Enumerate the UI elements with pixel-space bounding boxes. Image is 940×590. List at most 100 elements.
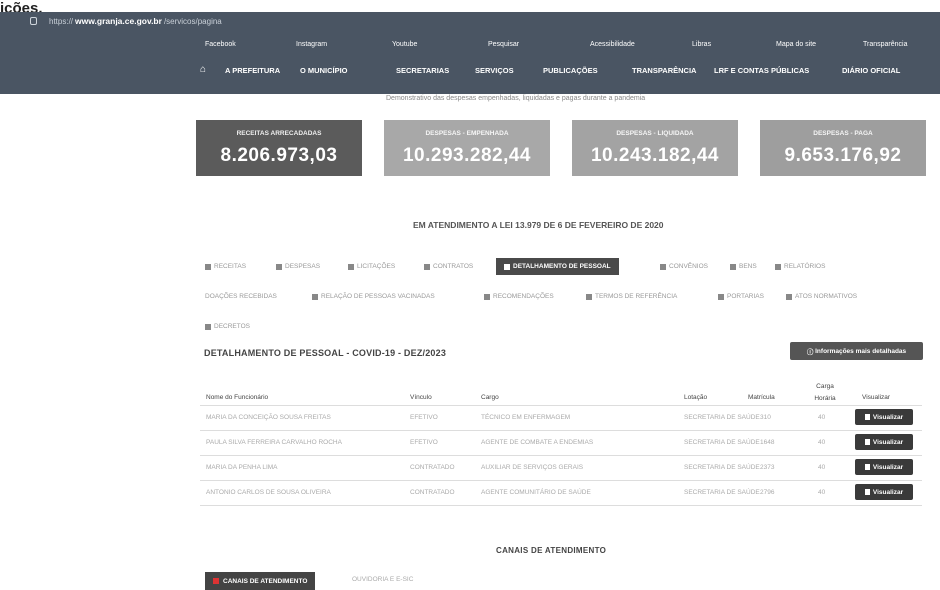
url-prefix: https:// xyxy=(49,16,74,26)
tab-label: RECOMENDAÇÕES xyxy=(493,293,554,300)
view-button[interactable]: Visualizar xyxy=(855,434,913,450)
more-info-button[interactable]: ⓘ Informações mais detalhadas xyxy=(790,342,923,360)
tab-ouvidoria[interactable]: OUVIDORIA E E-SIC xyxy=(352,576,413,583)
tab-termos[interactable]: TERMOS DE REFERÊNCIA xyxy=(586,293,677,300)
tab-atos[interactable]: ATOS NORMATIVOS xyxy=(786,293,857,300)
cell-cargo: AUXILIAR DE SERVIÇOS GERAIS xyxy=(481,464,584,471)
tab-bens[interactable]: BENS xyxy=(730,263,757,270)
th-carga: Carga Horária xyxy=(814,383,836,402)
cell-nome: MARIA DA CONCEIÇÃO SOUSA FREITAS xyxy=(206,414,331,421)
nav-diario-oficial[interactable]: DIÁRIO OFICIAL xyxy=(842,66,900,75)
nav-lrf[interactable]: LRF E CONTAS PÚBLICAS xyxy=(714,66,809,75)
tab-relatorios[interactable]: RELATÓRIOS xyxy=(775,263,825,270)
cell-vinculo: CONTRATADO xyxy=(410,464,455,471)
file-icon xyxy=(864,439,870,445)
tab-despesas[interactable]: DESPESAS xyxy=(276,263,320,270)
tab-label: RELAÇÃO DE PESSOAS VACINADAS xyxy=(321,293,435,300)
cell-vinculo: CONTRATADO xyxy=(410,489,455,496)
card-paga: DESPESAS - PAGA 9.653.176,92 xyxy=(760,120,926,176)
sitemap-link[interactable]: Mapa do site xyxy=(776,41,816,48)
tab-label: BENS xyxy=(739,263,757,270)
youtube-link[interactable]: Youtube xyxy=(392,41,417,48)
home-icon[interactable]: ⌂ xyxy=(200,64,206,75)
nav-transparencia[interactable]: TRANSPARÊNCIA xyxy=(632,66,696,75)
tab-portarias[interactable]: PORTARIAS xyxy=(718,293,764,300)
info-icon: ⓘ xyxy=(806,349,816,356)
relatorios-icon xyxy=(775,263,781,270)
instagram-link[interactable]: Instagram xyxy=(296,41,327,48)
cell-carga: 40 xyxy=(818,414,826,421)
tab-canais-atendimento[interactable]: CANAIS DE ATENDIMENTO xyxy=(205,572,316,590)
url-path: /servicos/pagina xyxy=(163,16,222,26)
document-icon xyxy=(718,293,724,300)
tab-licitacoes[interactable]: LICITAÇÕES xyxy=(348,263,395,270)
divider xyxy=(200,430,922,431)
tab-label: LICITAÇÕES xyxy=(357,263,396,270)
cell-matricula: 310 xyxy=(760,414,771,421)
document-icon xyxy=(586,293,592,300)
view-button[interactable]: Visualizar xyxy=(855,459,913,475)
view-label: Visualizar xyxy=(872,488,904,496)
view-label: Visualizar xyxy=(872,413,904,421)
id-card-icon xyxy=(504,263,510,270)
cell-matricula: 2796 xyxy=(760,489,775,496)
receitas-icon xyxy=(205,263,211,270)
card-title: DESPESAS - EMPENHADA xyxy=(425,130,509,137)
tab-label: DOAÇÕES RECEBIDAS xyxy=(205,293,277,300)
tab-receitas[interactable]: RECEITAS xyxy=(205,263,246,270)
site-header: https:// www.granja.ce.gov.br /servicos/… xyxy=(0,12,940,94)
card-value: 10.293.282,44 xyxy=(402,145,531,166)
th-nome: Nome do Funcionário xyxy=(206,394,269,401)
tab-label: DETALHAMENTO DE PESSOAL xyxy=(513,263,611,270)
address-bar[interactable]: https:// www.granja.ce.gov.br /servicos/… xyxy=(30,12,222,30)
th-matricula: Matrícula xyxy=(748,394,775,401)
cell-cargo: TÉCNICO EM ENFERMAGEM xyxy=(481,414,571,421)
cell-lotacao: SECRETARIA DE SAÚDE xyxy=(684,489,760,496)
divider xyxy=(200,455,922,456)
file-icon xyxy=(864,414,870,420)
tab-label: TERMOS DE REFERÊNCIA xyxy=(595,293,678,300)
tab-label: RELATÓRIOS xyxy=(784,263,826,270)
search-link[interactable]: Pesquisar xyxy=(488,41,519,48)
facebook-link[interactable]: Facebook xyxy=(205,41,236,48)
cell-nome: MARIA DA PENHA LIMA xyxy=(206,464,278,471)
cell-carga: 40 xyxy=(818,439,826,446)
nav-prefeitura[interactable]: A PREFEITURA xyxy=(225,66,280,75)
nav-publicacoes[interactable]: PUBLICAÇÕES xyxy=(543,66,598,75)
tab-label: DECRETOS xyxy=(214,323,250,330)
nav-municipio[interactable]: O MUNICÍPIO xyxy=(300,66,348,75)
tab-vacinados[interactable]: RELAÇÃO DE PESSOAS VACINADAS xyxy=(312,293,435,300)
convenios-icon xyxy=(660,263,666,270)
tab-doacoes[interactable]: DOAÇÕES RECEBIDAS xyxy=(205,293,277,300)
cell-matricula: 1648 xyxy=(760,439,775,446)
view-button[interactable]: Visualizar xyxy=(855,484,913,500)
libras-link[interactable]: Libras xyxy=(692,41,711,48)
nav-servicos[interactable]: SERVIÇOS xyxy=(475,66,514,75)
lock-icon xyxy=(30,17,37,25)
accessibility-bar: Facebook Instagram Youtube Pesquisar Ace… xyxy=(0,38,940,54)
cell-cargo: AGENTE COMUNITÁRIO DE SAÚDE xyxy=(481,489,591,496)
card-liquidada: DESPESAS - LIQUIDADA 10.243.182,44 xyxy=(572,120,738,176)
transparency-link[interactable]: Transparência xyxy=(863,41,908,48)
cell-nome: ANTONIO CARLOS DE SOUSA OLIVEIRA xyxy=(206,489,331,496)
accessibility-link[interactable]: Acessibilidade xyxy=(590,41,635,48)
cell-lotacao: SECRETARIA DE SAÚDE xyxy=(684,464,760,471)
law-heading: EM ATENDIMENTO A LEI 13.979 DE 6 DE FEVE… xyxy=(413,220,664,230)
cell-carga: 40 xyxy=(818,464,826,471)
view-button[interactable]: Visualizar xyxy=(855,409,913,425)
tab-contratos[interactable]: CONTRATOS xyxy=(424,263,473,270)
tab-label: CANAIS DE ATENDIMENTO xyxy=(223,577,308,585)
notice-text: Demonstrativo das despesas empenhadas, l… xyxy=(386,95,646,102)
cell-lotacao: SECRETARIA DE SAÚDE xyxy=(684,414,760,421)
tab-convenios[interactable]: CONVÊNIOS xyxy=(660,263,708,270)
tab-label: CONTRATOS xyxy=(433,263,474,270)
th-cargo: Cargo xyxy=(481,394,499,401)
headset-icon xyxy=(213,578,219,584)
nav-secretarias[interactable]: SECRETARIAS xyxy=(396,66,449,75)
tab-detalhamento-pessoal[interactable]: DETALHAMENTO DE PESSOAL xyxy=(496,258,619,275)
tab-decretos[interactable]: DECRETOS xyxy=(205,323,250,330)
th-vinculo: Vínculo xyxy=(410,394,432,401)
bens-icon xyxy=(730,263,736,270)
tab-recomendacoes[interactable]: RECOMENDAÇÕES xyxy=(484,293,554,300)
card-value: 10.243.182,44 xyxy=(590,145,719,166)
